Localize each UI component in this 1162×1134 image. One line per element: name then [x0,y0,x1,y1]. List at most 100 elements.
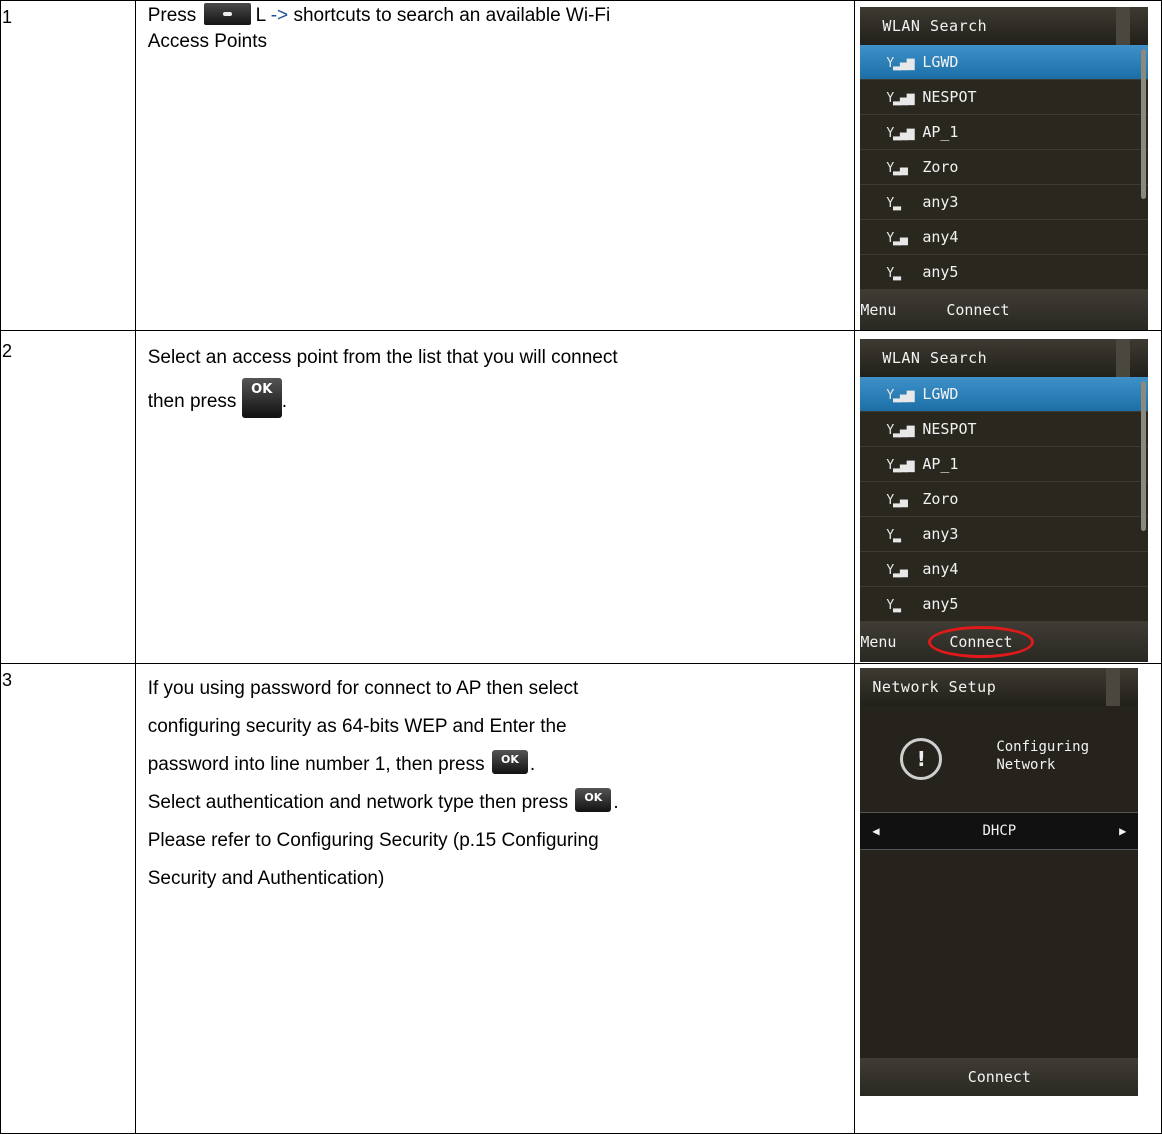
ap-list-item[interactable]: Y▂▄ any4 [860,552,1149,587]
text-press: Press [147,5,197,27]
wifi-signal-icon: Y▂▄▆ [886,91,914,106]
notice-area: ! Configuring Network [860,708,1138,802]
step-description: Press L -> shortcuts to search an availa… [134,0,856,331]
connect-softkey[interactable]: Connect [860,1058,1139,1096]
right-arrow-icon[interactable]: ▶ [1119,813,1126,849]
ap-list-item[interactable]: Y▂▄▆ AP_1 [860,115,1149,150]
scrollbar[interactable] [1141,381,1147,531]
ap-name: Zoro [922,158,959,176]
wifi-signal-icon: Y▂ [886,266,901,281]
menu-softkey[interactable]: Menu [860,622,896,662]
text-after-arrow: shortcuts to search an available Wi-Fi [293,5,611,27]
center-key-icon [203,3,251,25]
ap-name: NESPOT [922,88,977,106]
screenshot-cell: Network Setup ! Configuring Network ◀ DH… [854,663,1162,1134]
screen-title: WLAN Search [860,339,1149,377]
steps-table: 1 Press L -> shortcuts to search an avai… [0,0,1162,1134]
wifi-signal-icon: Y▂▄▆ [886,423,914,438]
network-setup-screen: Network Setup ! Configuring Network ◀ DH… [860,668,1139,1096]
wifi-signal-icon: Y▂ [886,598,901,613]
ap-list-item[interactable]: Y▂▄▆ AP_1 [860,447,1149,482]
message-line2: Network [996,757,1056,773]
menu-softkey[interactable]: Menu [860,290,896,330]
step-number: 3 [0,663,136,1134]
text-line4-end: . [613,792,619,813]
ap-list-item[interactable]: Y▂▄ Zoro [860,482,1149,517]
wifi-signal-icon: Y▂▄▆ [886,458,914,473]
ap-name: LGWD [922,385,959,403]
ap-list-item[interactable]: Y▂▄ any4 [860,220,1149,255]
softkey-bar: Menu Connect [860,290,1149,330]
screenshot-cell: WLAN Search Y▂▄▆ LGWD Y▂▄▆ NESPOT Y▂▄▆ AP_1 Y▂… [854,330,1162,664]
scrollbar[interactable] [1141,49,1147,199]
ok-key-icon: OK [575,787,612,812]
wifi-signal-icon: Y▂▄ [886,161,907,176]
ap-list-item[interactable]: Y▂▄▆ LGWD [860,45,1149,80]
text-line1: If you using password for connect to AP … [147,678,579,699]
ap-name: any4 [922,560,959,578]
wifi-signal-icon: Y▂▄ [886,231,907,246]
text-line4: Select authentication and network type t… [147,792,569,813]
step-description: Select an access point from the list tha… [134,330,856,664]
ap-list-item[interactable]: Y▂▄ Zoro [860,150,1149,185]
wifi-signal-icon: Y▂ [886,196,901,211]
softkey-bar: Menu Connect [860,622,1149,662]
ap-list-item[interactable]: Y▂▄▆ NESPOT [860,412,1149,447]
ap-name: any3 [922,525,959,543]
step-row-3: 3 If you using password for connect to A… [0,663,1162,1134]
screen-title: WLAN Search [860,7,1149,45]
ap-list-item[interactable]: Y▂▄▆ NESPOT [860,80,1149,115]
arrow-text: -> [270,5,289,27]
step-number: 2 [0,330,136,664]
step-number: 1 [0,0,136,331]
ap-list-item[interactable]: Y▂ any3 [860,185,1149,220]
ap-list-item[interactable]: Y▂ any5 [860,587,1149,622]
wifi-signal-icon: Y▂▄▆ [886,126,914,141]
ap-name: any4 [922,228,959,246]
picker-value: DHCP [982,823,1017,839]
ap-name: Zoro [922,490,959,508]
text-then-press: then press [147,391,237,412]
text-line6: Security and Authentication) [147,868,385,889]
wifi-signal-icon: Y▂▄ [886,563,907,578]
exclamation-icon: ! [900,738,943,780]
ap-list-item[interactable]: Y▂ any3 [860,517,1149,552]
ap-name: any3 [922,193,959,211]
ap-list-item[interactable]: Y▂ any5 [860,255,1149,290]
text-end: . [281,391,287,412]
text-line3-end: . [529,754,536,775]
ap-name: any5 [922,263,959,281]
left-arrow-icon[interactable]: ◀ [872,813,879,849]
wlan-search-screen: WLAN Search Y▂▄▆ LGWD Y▂▄▆ NESPOT Y▂▄▆ AP_1 Y▂… [860,339,1149,662]
ap-name: any5 [922,595,959,613]
notice-message: Configuring Network [996,738,1089,774]
step-description: If you using password for connect to AP … [134,663,856,1134]
ap-list-item[interactable]: Y▂▄▆ LGWD [860,377,1149,412]
text-key-letter: L [255,5,266,27]
wlan-search-screen: WLAN Search Y▂▄▆ LGWD Y▂▄▆ NESPOT Y▂▄▆ AP_1 Y▂… [860,7,1149,330]
ok-key-icon: OK [241,377,282,418]
message-line1: Configuring [996,739,1090,755]
text-line3: password into line number 1, then press [147,754,485,775]
screenshot-cell: WLAN Search Y▂▄▆ LGWD Y▂▄▆ NESPOT Y▂▄▆ AP_1 Y▂… [854,0,1162,331]
ap-list: Y▂▄▆ LGWD Y▂▄▆ NESPOT Y▂▄▆ AP_1 Y▂▄ Zoro Y▂ any3 Y… [860,45,1149,290]
text-line1: Select an access point from the list tha… [147,347,618,368]
screen-title: Network Setup [860,668,1139,706]
ap-list: Y▂▄▆ LGWD Y▂▄▆ NESPOT Y▂▄▆ AP_1 Y▂▄ Zoro Y▂ any3 Y… [860,377,1149,622]
ap-name: LGWD [922,53,959,71]
connect-softkey-circled[interactable]: Connect [928,626,1034,658]
text-line2: configuring security as 64-bits WEP and … [147,716,567,737]
text-line2: Access Points [147,31,268,53]
ap-name: NESPOT [922,420,977,438]
step-row-2: 2 Select an access point from the list t… [0,330,1162,664]
ap-name: AP_1 [922,455,959,473]
step-row-1: 1 Press L -> shortcuts to search an avai… [0,0,1162,331]
text-line5: Please refer to Configuring Security (p.… [147,830,599,851]
wifi-signal-icon: Y▂ [886,528,901,543]
wifi-signal-icon: Y▂▄ [886,493,907,508]
ap-name: AP_1 [922,123,959,141]
wifi-signal-icon: Y▂▄▆ [886,56,914,71]
ok-key-icon: OK [491,749,528,774]
connect-softkey[interactable]: Connect [946,290,1009,330]
network-type-picker[interactable]: ◀ DHCP ▶ [860,812,1139,850]
